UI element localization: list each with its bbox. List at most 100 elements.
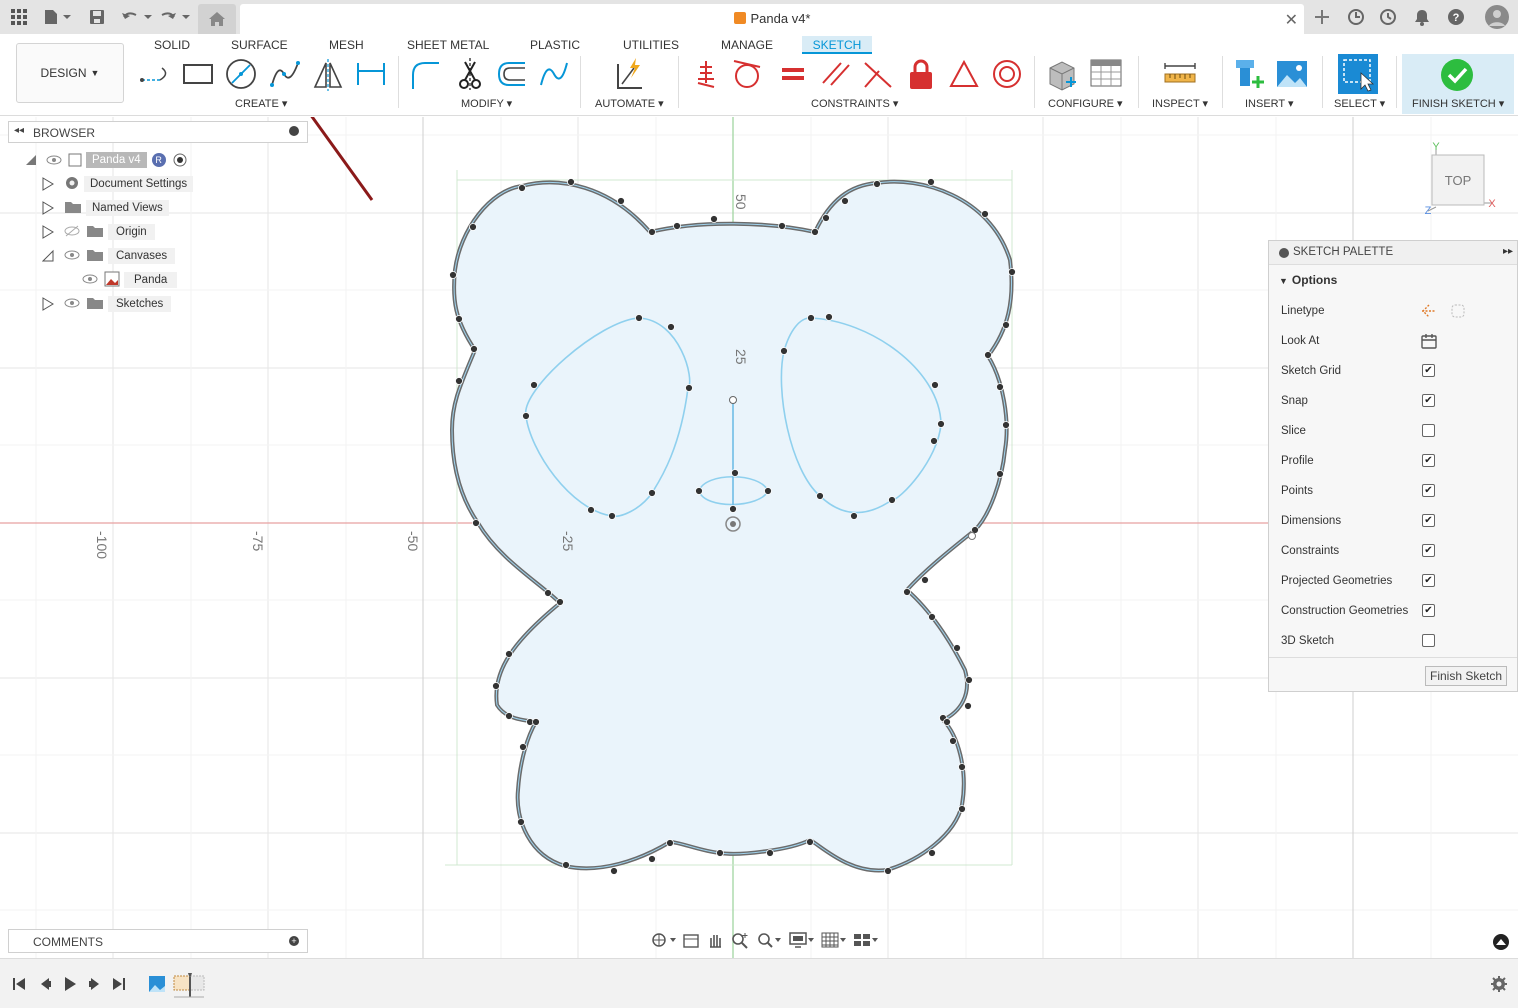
curve-tool-icon[interactable] — [536, 56, 572, 92]
fix-lock-icon[interactable] — [903, 56, 939, 92]
timeline-canvas-feature-icon[interactable] — [148, 975, 166, 996]
palette-option-checkbox[interactable]: ✔ — [1422, 394, 1435, 407]
insert-canvas-image-icon[interactable] — [1274, 56, 1310, 92]
coincident-constraint-icon[interactable] — [688, 56, 724, 92]
modify-menu[interactable]: MODIFY ▾ — [461, 97, 512, 110]
tab-mesh[interactable]: MESH — [323, 36, 370, 54]
close-tab-icon[interactable]: ✕ — [1285, 10, 1298, 30]
palette-option-checkbox[interactable]: ✔ — [1422, 544, 1435, 557]
tab-sheet-metal[interactable]: SHEET METAL — [401, 36, 495, 54]
add-comment-icon[interactable]: + — [289, 936, 299, 946]
look-at-icon[interactable] — [1420, 332, 1438, 353]
viewports-icon[interactable] — [852, 931, 878, 952]
browser-item-canvases[interactable]: Canvases — [42, 246, 176, 266]
centerline-linetype-icon[interactable] — [1449, 302, 1467, 323]
collapsed-triangle-icon[interactable] — [42, 201, 54, 215]
timeline-sketch-feature-icon[interactable] — [172, 973, 208, 1002]
file-menu-icon[interactable] — [42, 6, 72, 28]
new-tab-plus-icon[interactable] — [1310, 6, 1334, 28]
grid-settings-icon[interactable] — [820, 931, 846, 952]
configure-table-icon[interactable] — [1088, 56, 1124, 92]
palette-option-checkbox[interactable]: ✔ — [1422, 364, 1435, 377]
concentric-constraint-icon[interactable] — [989, 56, 1025, 92]
open-control-point[interactable] — [968, 532, 976, 540]
graphics-mode-icon[interactable] — [1492, 933, 1510, 954]
trim-tool-icon[interactable] — [452, 56, 488, 92]
zoom-icon[interactable] — [730, 931, 750, 952]
select-window-icon[interactable] — [1338, 54, 1378, 94]
step-back-icon[interactable] — [38, 977, 52, 994]
construction-linetype-icon[interactable] — [1420, 302, 1438, 323]
collapsed-triangle-icon[interactable] — [42, 225, 54, 239]
app-grid-icon[interactable] — [10, 6, 28, 28]
palette-option-checkbox[interactable] — [1422, 424, 1435, 437]
visibility-eye-icon[interactable] — [82, 273, 98, 288]
tab-utilities[interactable]: UTILITIES — [617, 36, 685, 54]
pan-hand-icon[interactable] — [706, 931, 724, 952]
midpoint-triangle-icon[interactable] — [946, 56, 982, 92]
tab-sketch[interactable]: SKETCH — [802, 36, 872, 54]
palette-option-checkbox[interactable]: ✔ — [1422, 514, 1435, 527]
browser-root-row[interactable]: Panda v4 R — [24, 150, 187, 170]
workspace-switcher-button[interactable]: DESIGN ▼ — [16, 43, 124, 103]
view-cube[interactable]: TOP Y X Z — [1425, 141, 1497, 217]
tangent-constraint-icon[interactable] — [729, 56, 765, 92]
go-to-start-icon[interactable] — [12, 977, 26, 994]
visibility-eye-icon[interactable] — [64, 249, 80, 264]
browser-panel-header[interactable]: ◂◂ BROWSER — [8, 121, 308, 143]
palette-option-checkbox[interactable]: ✔ — [1422, 454, 1435, 467]
tab-plastic[interactable]: PLASTIC — [524, 36, 586, 54]
timeline-settings-gear-icon[interactable] — [1491, 976, 1507, 995]
configure-box-icon[interactable] — [1044, 56, 1080, 92]
browser-item-panda-canvas[interactable]: Panda — [82, 270, 178, 290]
display-settings-icon[interactable] — [788, 931, 814, 952]
visibility-eye-icon[interactable] — [64, 297, 80, 312]
palette-option-checkbox[interactable] — [1422, 634, 1435, 647]
look-at-nav-icon[interactable] — [682, 931, 700, 952]
tab-surface[interactable]: SURFACE — [225, 36, 294, 54]
offset-tool-icon[interactable] — [494, 56, 530, 92]
zoom-window-icon[interactable] — [756, 931, 782, 952]
automate-menu[interactable]: AUTOMATE ▾ — [595, 97, 664, 110]
mirror-tool-icon[interactable] — [310, 56, 346, 92]
notifications-bell-icon[interactable] — [1412, 6, 1432, 28]
hidden-eye-icon[interactable] — [64, 225, 80, 240]
orbit-icon[interactable] — [650, 931, 676, 952]
select-menu[interactable]: SELECT ▾ — [1334, 97, 1385, 110]
collapsed-triangle-icon[interactable] — [42, 177, 54, 191]
fillet-tool-icon[interactable] — [406, 56, 442, 92]
line-tool-icon[interactable] — [138, 56, 174, 92]
comments-panel[interactable]: COMMENTS + — [8, 929, 308, 953]
palette-finish-sketch-button[interactable]: Finish Sketch — [1425, 666, 1507, 686]
inspect-menu[interactable]: INSPECT ▾ — [1152, 97, 1208, 110]
tab-solid[interactable]: SOLID — [148, 36, 196, 54]
collapse-panel-icon[interactable]: ◂◂ — [14, 125, 24, 136]
parallel-constraint-icon[interactable] — [818, 56, 854, 92]
play-icon[interactable] — [62, 976, 78, 995]
browser-item-sketches[interactable]: Sketches — [42, 294, 172, 314]
insert-derive-icon[interactable] — [1232, 56, 1268, 92]
reference-badge-icon[interactable]: R — [151, 153, 166, 167]
tab-manage[interactable]: MANAGE — [715, 36, 779, 54]
user-avatar[interactable] — [1484, 4, 1510, 30]
palette-option-checkbox[interactable]: ✔ — [1422, 484, 1435, 497]
dimension-tool-icon[interactable] — [353, 56, 389, 92]
options-section-header[interactable]: ▼ Options — [1279, 273, 1337, 287]
browser-item-document-settings[interactable]: Document Settings — [42, 174, 194, 194]
go-to-end-icon[interactable] — [112, 977, 126, 994]
measure-ruler-icon[interactable] — [1162, 56, 1198, 92]
extensions-icon[interactable] — [1346, 6, 1366, 28]
browser-item-named-views[interactable]: Named Views — [42, 198, 169, 218]
step-forward-icon[interactable] — [88, 977, 102, 994]
configure-menu[interactable]: CONFIGURE ▾ — [1048, 97, 1123, 110]
palette-expand-icon[interactable]: ▸▸ — [1503, 246, 1513, 257]
collapsed-triangle-icon[interactable] — [42, 297, 54, 311]
document-tab[interactable]: Panda v4* ✕ — [240, 4, 1304, 34]
spline-tool-icon[interactable] — [267, 56, 303, 92]
auto-constrain-icon[interactable] — [612, 56, 648, 92]
browser-minimize-icon[interactable] — [289, 126, 299, 136]
expanded-triangle-icon[interactable] — [24, 153, 38, 167]
insert-menu[interactable]: INSERT ▾ — [1245, 97, 1294, 110]
job-status-icon[interactable] — [1378, 6, 1398, 28]
palette-option-checkbox[interactable]: ✔ — [1422, 604, 1435, 617]
